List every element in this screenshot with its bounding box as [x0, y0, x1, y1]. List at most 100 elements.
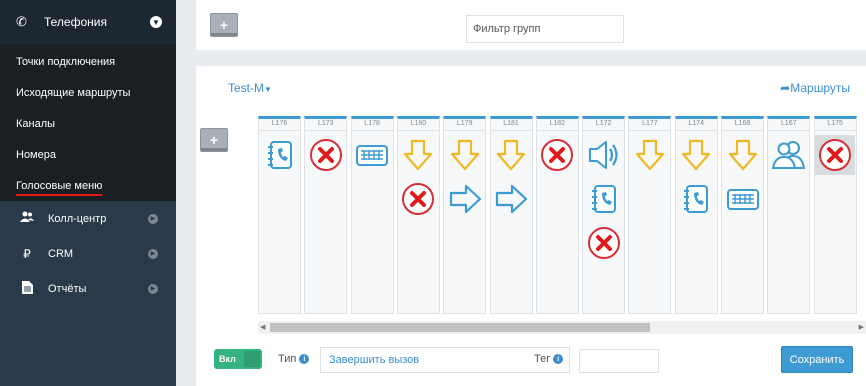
sidebar-subitem-numbers[interactable]: Номера [0, 139, 176, 170]
group-filter-input[interactable]: Фильтр групп [466, 15, 624, 43]
ivr-column[interactable]: L175 [813, 116, 857, 314]
scrollbar-thumb[interactable] [270, 323, 650, 332]
column-divider [351, 130, 393, 131]
chevron-right-icon: ▶ [148, 283, 158, 294]
sidebar-item-telephony[interactable]: ✆ Телефония ▼ [0, 0, 176, 44]
info-icon[interactable]: i [299, 354, 310, 365]
arrow-right-icon[interactable] [491, 179, 531, 219]
ivr-column[interactable]: L179 [443, 116, 487, 314]
cross-icon[interactable] [537, 135, 577, 175]
ivr-column[interactable]: L178 [350, 116, 394, 314]
sidebar: ✆ Телефония ▼ Точки подключения Исходящи… [0, 0, 176, 386]
sidebar-item-label: Телефония [44, 15, 107, 29]
info-icon[interactable]: i [553, 354, 564, 365]
column-label: L176 [271, 120, 288, 127]
sidebar-main: Колл-центр ▶ ₽ CRM ▶ Отчёты ▶ [0, 201, 176, 306]
sidebar-item-label: CRM [48, 247, 74, 260]
column-label: L179 [456, 120, 473, 127]
arrow-down-icon[interactable] [491, 135, 531, 175]
sidebar-subitem-label: Исходящие маршруты [16, 86, 131, 99]
add-node-button[interactable]: + [200, 128, 228, 152]
column-divider [722, 130, 763, 131]
ivr-column[interactable]: L173 [304, 116, 348, 314]
save-button[interactable]: Сохранить [781, 346, 853, 373]
column-label: L167 [781, 120, 797, 127]
ivr-column[interactable]: L182 [535, 116, 579, 314]
ivr-column[interactable]: L180 [396, 116, 440, 314]
sidebar-subitem-label: Голосовые меню [16, 179, 103, 192]
cross-icon[interactable] [306, 135, 346, 175]
sidebar-subitem-label: Номера [16, 148, 56, 161]
arrow-down-icon[interactable] [630, 135, 670, 175]
sidebar-item-call-center[interactable]: Колл-центр ▶ [0, 201, 176, 236]
scheme-dropdown[interactable]: Test-M▼ [228, 81, 272, 95]
ivr-column[interactable]: L174 [674, 116, 718, 314]
arrow-right-icon[interactable] [445, 179, 485, 219]
column-divider [397, 130, 439, 131]
sidebar-subitem-connection-points[interactable]: Точки подключения [0, 46, 176, 77]
toggle-label: Вкл [219, 354, 236, 364]
notebook-icon[interactable] [676, 179, 716, 219]
tag-input[interactable] [579, 349, 659, 373]
arrow-down-icon[interactable] [723, 135, 763, 175]
column-divider [536, 130, 578, 131]
column-divider [629, 130, 671, 131]
notebook-icon[interactable] [584, 179, 624, 219]
add-group-button[interactable]: + [210, 13, 238, 37]
cross-icon[interactable] [584, 223, 624, 263]
type-label-text: Тип [278, 353, 297, 365]
tag-label-text: Тег [534, 353, 551, 365]
column-label: L168 [734, 120, 751, 127]
column-divider [768, 130, 810, 131]
column-divider [444, 130, 486, 131]
tag-label: Тег i [534, 353, 564, 365]
speaker-icon[interactable] [584, 135, 624, 175]
notebook-icon[interactable] [260, 135, 300, 175]
ivr-column[interactable]: L172 [582, 116, 626, 314]
sidebar-subitem-channels[interactable]: Каналы [0, 108, 176, 139]
share-arrow-icon: ➦ [780, 81, 791, 95]
column-label: L174 [688, 120, 704, 127]
horizontal-scrollbar[interactable]: ◀ ▶ [258, 321, 866, 334]
sidebar-subitem-label: Точки подключения [16, 55, 116, 68]
users-icon[interactable] [769, 135, 809, 175]
column-label: L173 [318, 120, 334, 127]
chevron-right-icon: ▶ [148, 248, 158, 259]
sidebar-subitem-outgoing-routes[interactable]: Исходящие маршруты [0, 77, 176, 108]
column-label: L172 [595, 120, 612, 127]
column-label: L181 [503, 120, 519, 127]
routes-label: Маршруты [790, 81, 850, 95]
enable-toggle[interactable]: Вкл [214, 349, 262, 369]
ivr-column[interactable]: L168 [721, 116, 764, 314]
ivr-column[interactable]: L176 [258, 116, 301, 314]
ivr-column[interactable]: L177 [628, 116, 672, 314]
type-select[interactable]: Завершить вызов [320, 347, 570, 373]
cross-icon[interactable] [815, 135, 856, 175]
ivr-column[interactable]: L181 [489, 116, 533, 314]
keyboard-icon[interactable] [352, 135, 392, 175]
arrow-down-icon[interactable] [445, 135, 485, 175]
scroll-right-icon[interactable]: ▶ [859, 323, 864, 331]
type-label: Тип i [278, 353, 310, 365]
column-divider [490, 130, 532, 131]
column-label: L177 [642, 120, 658, 127]
column-divider [259, 130, 300, 131]
sidebar-item-label: Колл-центр [48, 212, 107, 225]
scroll-left-icon[interactable]: ◀ [260, 323, 265, 331]
chevron-down-icon: ▼ [150, 16, 162, 28]
column-divider [583, 130, 625, 131]
sidebar-subitem-label: Каналы [16, 117, 56, 130]
users-icon [20, 211, 34, 226]
toggle-knob [244, 351, 260, 367]
arrow-down-icon[interactable] [676, 135, 716, 175]
ivr-column[interactable]: L167 [767, 116, 811, 314]
cross-icon[interactable] [398, 179, 438, 219]
sidebar-item-crm[interactable]: ₽ CRM ▶ [0, 236, 176, 271]
sidebar-subitem-voice-menus[interactable]: Голосовые меню [0, 170, 176, 201]
column-label: L182 [549, 120, 566, 127]
sidebar-item-reports[interactable]: Отчёты ▶ [0, 271, 176, 306]
routes-link[interactable]: ➦Маршруты [780, 81, 850, 95]
arrow-down-icon[interactable] [398, 135, 438, 175]
column-label: L180 [410, 120, 427, 127]
keyboard-icon[interactable] [723, 179, 763, 219]
